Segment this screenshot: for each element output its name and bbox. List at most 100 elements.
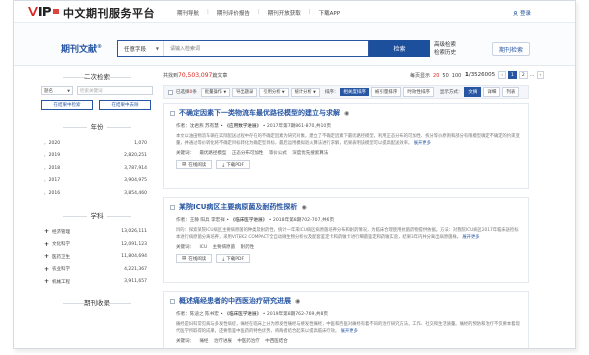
article-journal[interactable]: 《临床医学进展》 — [224, 312, 261, 317]
nav-journal-guide[interactable]: 期刊导航 — [177, 9, 199, 17]
article-issue-info: 2017年第7期861-870,共10页 — [266, 124, 331, 129]
year-item[interactable]: › 2016 3,854,460 — [41, 187, 153, 200]
mode-list[interactable]: 列表 — [502, 87, 520, 97]
per-page-option[interactable]: 20 — [433, 73, 439, 79]
advanced-search-link[interactable]: 高级检索 — [434, 41, 456, 49]
subject-item[interactable]: + 农业科学 4,221,367 — [41, 263, 153, 276]
nav-download-app[interactable]: 下载APP — [319, 9, 340, 17]
article-title[interactable]: 某院ICU病区主要病原菌及耐药性探析 — [179, 202, 297, 212]
batch-operation-button[interactable]: 批量操作 ▼ — [200, 87, 231, 97]
expand-more-link[interactable]: 展开更多 — [414, 141, 431, 146]
keyword-link[interactable]: 主要病原菌 — [213, 245, 236, 250]
download-pdf-label: 下载PDF — [226, 162, 245, 168]
plus-icon[interactable]: + — [44, 254, 49, 260]
download-pdf-button[interactable]: ⤓ 下载PDF — [216, 160, 251, 169]
plus-icon[interactable]: + — [44, 241, 49, 247]
article-journal[interactable]: 《临床医学进展》 — [231, 218, 268, 223]
article-authors[interactable]: 作者：王静 阳兵 李宏祥 — [176, 218, 225, 223]
mode-detail[interactable]: 详细 — [483, 87, 501, 97]
next-page-button[interactable]: › — [536, 71, 545, 79]
journal-section-title: 期刊收录 — [41, 297, 153, 309]
per-page-option[interactable]: 50 — [442, 73, 448, 79]
expand-more-link[interactable]: 展开更多 — [341, 329, 358, 334]
exclude-from-results-button[interactable]: 在结果中去除 — [99, 100, 151, 110]
keyword-link[interactable]: 深度优先搜索算法 — [292, 151, 328, 156]
browser-page: 中文期刊服务平台 期刊导航 | 期刊评价报告 | 期刊开放获取 | 下载APP … — [13, 0, 576, 349]
nav-open-access[interactable]: 期刊开放获取 — [268, 9, 301, 17]
article-card: 不确定因素下一类物流车最优路径模型的建立与求解 ◉ 作者：沈君燕 苏有慧 • 《… — [163, 103, 529, 189]
download-pdf-button[interactable]: ⤓ 下载PDF — [216, 254, 251, 263]
subject-item[interactable]: + 经济管理 13,026,111 — [41, 226, 153, 239]
vip-logo — [28, 7, 59, 16]
article-authors[interactable]: 作者：沈君燕 苏有慧 — [176, 124, 219, 129]
year-item[interactable]: › 2017 3,904,975 — [41, 175, 153, 188]
year-item[interactable]: › 2020 1,070 — [41, 137, 153, 150]
plus-icon[interactable]: + — [44, 229, 49, 235]
keywords-label: 关键词： — [176, 245, 194, 250]
subject-item[interactable]: + 文化科学 12,091,123 — [41, 238, 153, 251]
article-checkbox[interactable] — [170, 298, 175, 304]
preview-icon[interactable]: ◉ — [295, 298, 300, 305]
subject-label: 经济管理 — [52, 229, 71, 235]
year-label: 2016 — [48, 190, 61, 196]
search-scope-select[interactable]: 任意字段 ▼ — [118, 41, 164, 56]
search-history-link[interactable]: 检索历史 — [434, 49, 456, 57]
article-checkbox[interactable] — [170, 110, 175, 116]
caret-right-icon: › — [44, 140, 46, 146]
prev-page-button[interactable]: ‹ — [498, 71, 506, 79]
citation-analysis-button[interactable]: 引用分析 ▼ — [259, 87, 289, 97]
plus-icon[interactable]: + — [44, 266, 49, 272]
year-item[interactable]: › 2018 3,787,914 — [41, 162, 153, 175]
article-title[interactable]: 概述痛经患者的中西医治疗研究进展 — [179, 296, 291, 306]
preview-icon[interactable]: ◉ — [301, 204, 306, 211]
read-online-button[interactable]: ▤ 在线阅读 — [176, 254, 213, 263]
keyword-link[interactable]: 最优路径模型 — [199, 151, 226, 156]
keywords-label: 关键词： — [176, 339, 194, 344]
expand-more-link[interactable]: 展开更多 — [462, 235, 479, 240]
article-authors[interactable]: 作者：陈迪之 陈书宏 — [176, 312, 219, 317]
article-keywords: 关键词： ICU 主要病原菌 耐药性 — [176, 244, 522, 250]
article-checkbox[interactable] — [170, 204, 175, 210]
page-chip[interactable]: 2 — [518, 71, 528, 79]
secondary-search-input[interactable]: 检索关键词 — [77, 86, 153, 95]
keyword-link[interactable]: 中医药治疗 — [237, 339, 260, 344]
subject-item[interactable]: + 机械工程 3,911,657 — [41, 276, 153, 289]
login-link[interactable]: 登录 — [513, 9, 531, 17]
keyword-link[interactable]: ICU — [199, 245, 207, 250]
plus-icon[interactable]: + — [44, 279, 49, 285]
sort-citations[interactable]: 被引量排序 — [370, 87, 402, 97]
per-page-option[interactable]: 100 — [452, 73, 462, 79]
preview-icon[interactable]: ◉ — [344, 110, 349, 117]
export-label: 导出题录 — [236, 90, 254, 95]
article-journal[interactable]: 《应用数学进展》 — [224, 124, 261, 129]
article-meta: 作者：沈君燕 苏有慧 • 《应用数学进展》 • 2017年第7期861-870,… — [176, 123, 522, 129]
mode-abstract[interactable]: 文摘 — [464, 87, 482, 97]
search-input[interactable] — [164, 41, 368, 56]
select-all-checkbox[interactable] — [168, 89, 173, 95]
sort-recency[interactable]: 时效性排序 — [403, 87, 434, 97]
search-in-results-button[interactable]: 在结果中检索 — [41, 100, 93, 110]
keyword-link[interactable]: 痛经 — [199, 339, 208, 344]
statistics-button[interactable]: 统计分析 ▼ — [290, 87, 320, 97]
journal-search-button[interactable]: 期刊检索 — [492, 42, 530, 56]
result-count: 70,503,097 — [178, 72, 213, 79]
page-ellipsis: ... — [529, 72, 535, 78]
read-online-button[interactable]: ▤ 在线阅读 — [176, 160, 213, 169]
keyword-link[interactable]: 中西医结合 — [265, 339, 288, 344]
export-button[interactable]: 导出题录 — [232, 87, 258, 97]
current-page-chip[interactable]: 1 — [508, 71, 517, 79]
keyword-link[interactable]: 耐药性 — [241, 245, 255, 250]
citation-analysis-label: 引用分析 — [263, 90, 281, 95]
nav-journal-report[interactable]: 期刊评价报告 — [217, 9, 250, 17]
keyword-link[interactable]: 等价公式 — [269, 151, 287, 156]
subject-item[interactable]: + 医药卫生 11,804,694 — [41, 251, 153, 264]
article-title[interactable]: 不确定因素下一类物流车最优路径模型的建立与求解 — [179, 108, 340, 118]
statistics-label: 统计分析 — [294, 90, 312, 95]
keyword-link[interactable]: 治疗进展 — [214, 339, 232, 344]
secondary-field-select[interactable]: 题名 ▼ — [41, 86, 73, 95]
keyword-link[interactable]: 正态分布可加性 — [232, 151, 264, 156]
year-item[interactable]: › 2019 2,820,251 — [41, 150, 153, 163]
subject-label: 文化科学 — [52, 242, 71, 248]
search-button[interactable]: 检索 — [369, 40, 430, 57]
sort-relevance[interactable]: 相关度排序 — [340, 88, 369, 96]
